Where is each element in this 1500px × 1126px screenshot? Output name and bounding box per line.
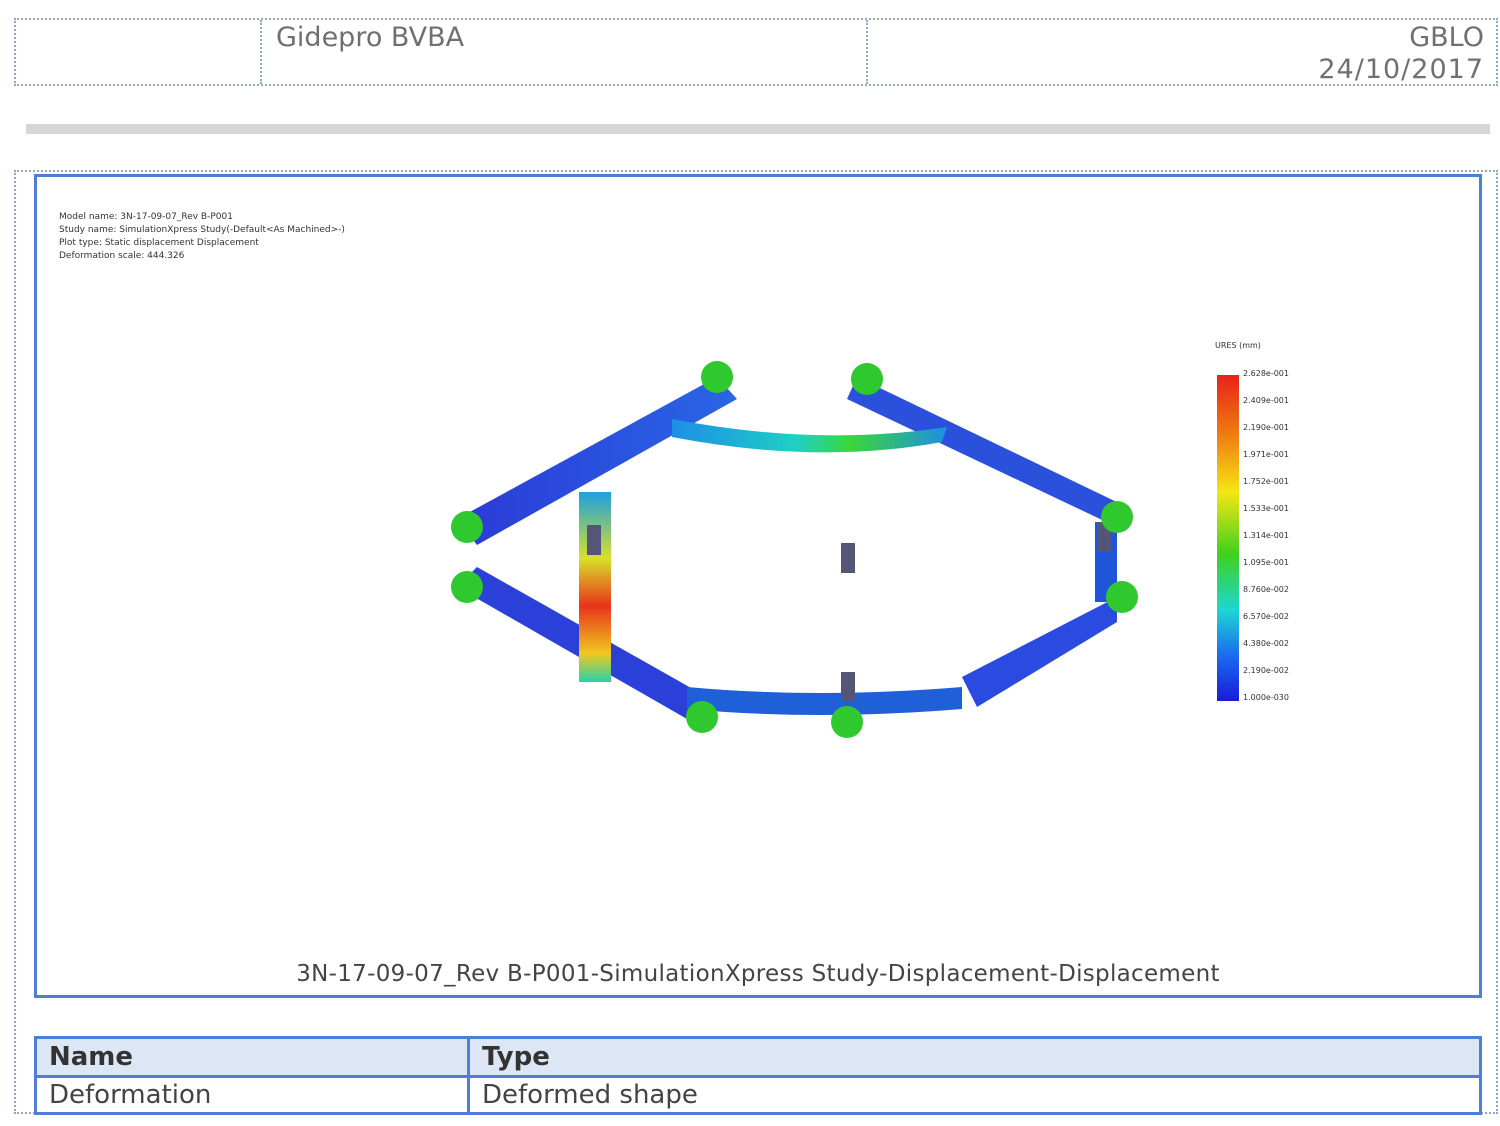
info-line: Model name: 3N-17-09-07_Rev B-P001: [59, 212, 233, 222]
pin-icon: [841, 672, 855, 702]
legend-tick: 1.752e-001: [1243, 477, 1289, 486]
legend-tick: 1.533e-001: [1243, 504, 1289, 513]
legend-title: URES (mm): [1215, 341, 1261, 350]
report-date: 24/10/2017: [1318, 54, 1484, 85]
legend-tick: 1.971e-001: [1243, 450, 1289, 459]
section-divider: [26, 124, 1490, 134]
pin-icon: [587, 525, 601, 555]
deformed-frame-render: [451, 361, 1138, 738]
fixture-markers: [451, 361, 1138, 738]
table-cell: Deformed shape: [467, 1075, 1482, 1115]
legend-tick: 4.380e-002: [1243, 639, 1289, 648]
frame-strut: [579, 492, 611, 682]
company-name: Gidepro BVBA: [276, 22, 465, 53]
info-line: Study name: SimulationXpress Study(-Defa…: [59, 225, 345, 235]
legend-colorbar: [1217, 375, 1239, 701]
column-header-name: Name: [34, 1036, 470, 1078]
table-cell: Deformation: [34, 1075, 470, 1115]
results-table: Name Type Deformation Deformed shape: [34, 1036, 1482, 1115]
author-name: GBLO: [1409, 22, 1484, 53]
legend-tick: 2.409e-001: [1243, 396, 1289, 405]
legend-tick: 1.314e-001: [1243, 531, 1289, 540]
header-logo-cell: [16, 20, 262, 84]
legend-tick: 6.570e-002: [1243, 612, 1289, 621]
legend-tick: 1.000e-030: [1243, 693, 1289, 702]
header-meta-cell: GBLO 24/10/2017: [868, 20, 1496, 85]
legend-tick: 2.190e-002: [1243, 666, 1289, 675]
frame-beam: [847, 377, 1127, 527]
legend-tick: 2.190e-001: [1243, 423, 1289, 432]
frame-beam: [687, 687, 962, 715]
table-header-row: Name Type: [34, 1036, 1482, 1078]
report-header: Gidepro BVBA GBLO 24/10/2017: [14, 18, 1498, 86]
column-header-type: Type: [467, 1036, 1482, 1078]
figure-caption: 3N-17-09-07_Rev B-P001-SimulationXpress …: [296, 961, 1220, 987]
model-info-block: Model name: 3N-17-09-07_Rev B-P001 Study…: [59, 211, 345, 263]
legend-tick: 2.628e-001: [1243, 369, 1289, 378]
legend-tick: 1.095e-001: [1243, 558, 1289, 567]
frame-beam: [962, 597, 1117, 707]
info-line: Plot type: Static displacement Displacem…: [59, 238, 259, 248]
info-line: Deformation scale: 444.326: [59, 251, 185, 261]
simulation-figure: Model name: 3N-17-09-07_Rev B-P001 Study…: [34, 174, 1482, 998]
table-row: Deformation Deformed shape: [34, 1075, 1482, 1115]
pin-icon: [841, 543, 855, 573]
header-company-cell: Gidepro BVBA: [262, 20, 868, 84]
legend-tick: 8.760e-002: [1243, 585, 1289, 594]
